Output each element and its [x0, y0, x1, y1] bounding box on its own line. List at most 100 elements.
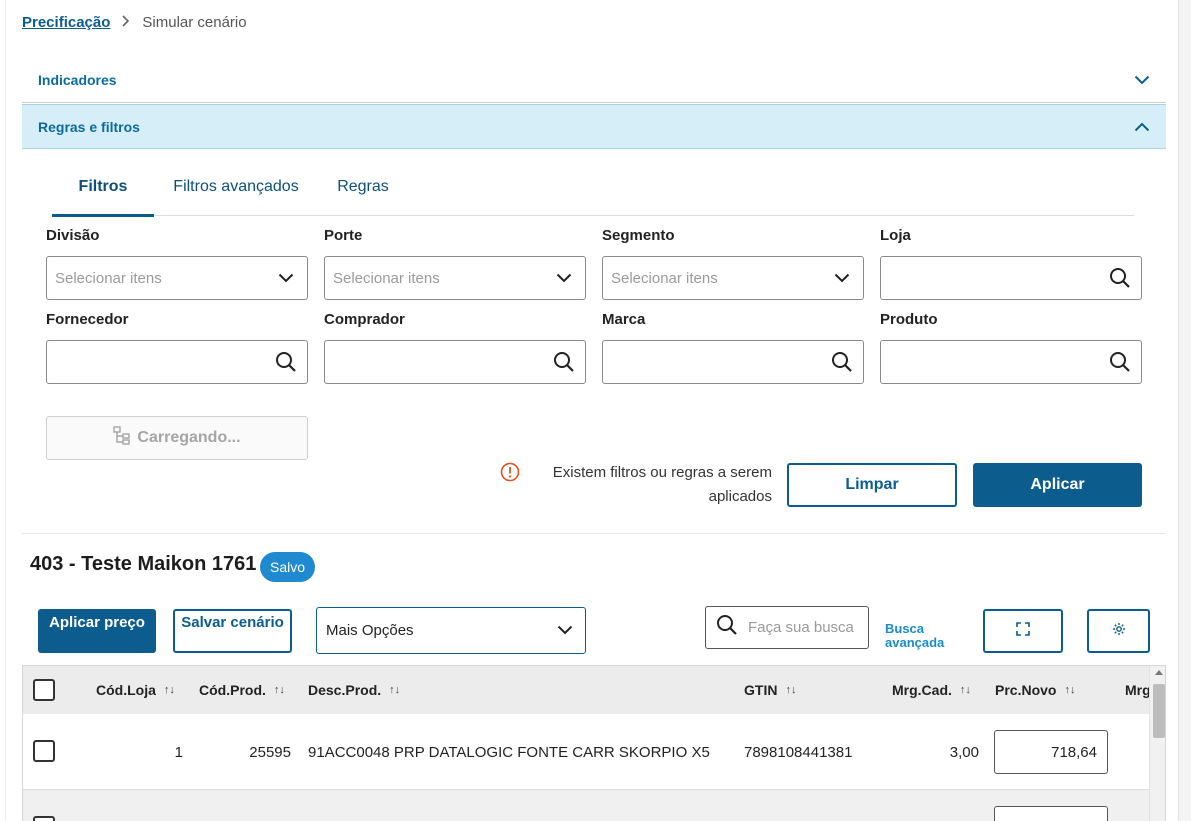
chevron-down-icon [275, 267, 297, 289]
col-cod-prod-label: Cód.Prod. [199, 682, 266, 698]
apply-price-button[interactable]: Aplicar preço [38, 609, 156, 653]
segmento-label: Segmento [602, 227, 675, 244]
table-scrollbar[interactable] [1149, 666, 1165, 821]
produto-label: Produto [880, 311, 938, 328]
warning-text: Existem filtros ou regras a serem aplica… [552, 464, 772, 505]
segmento-select[interactable]: Selecionar itens [602, 256, 864, 300]
comprador-search-input[interactable] [324, 340, 586, 384]
sort-icon[interactable]: ↑↓ [389, 684, 400, 696]
search-icon[interactable] [1109, 267, 1131, 289]
col-cod-prod[interactable]: Cód.Prod. ↑↓ [199, 666, 285, 714]
col-gtin-label: GTIN [744, 682, 778, 698]
chevron-down-icon [831, 267, 853, 289]
page-scrollbar[interactable] [1178, 0, 1191, 821]
produto-search-input[interactable] [880, 340, 1142, 384]
accordion-rules-filters-title: Regras e filtros [38, 118, 140, 135]
clear-button[interactable]: Limpar [787, 463, 957, 507]
save-scenario-button[interactable]: Salvar cenário [173, 609, 292, 653]
col-gtin[interactable]: GTIN ↑↓ [744, 666, 796, 714]
chevron-right-icon [122, 14, 130, 30]
search-placeholder: Faça sua busca [748, 619, 854, 636]
sort-icon[interactable]: ↑↓ [164, 684, 175, 696]
porte-select[interactable]: Selecionar itens [324, 256, 586, 300]
new-price-input[interactable] [994, 806, 1108, 821]
search-icon[interactable] [831, 351, 853, 373]
fornecedor-label: Fornecedor [46, 311, 129, 328]
cell-mrg-cad: 3,00 [949, 743, 979, 761]
tab-filtros-avancados[interactable]: Filtros avançados [154, 166, 318, 216]
chevron-down-icon [553, 267, 575, 289]
new-price-input[interactable]: 718,64 [994, 730, 1108, 774]
fornecedor-search-input[interactable] [46, 340, 308, 384]
accordion-indicators-title: Indicadores [38, 72, 117, 88]
more-options-value: Mais Opções [326, 622, 414, 639]
table-row[interactable] [23, 790, 1149, 821]
col-mrg-label: Mrg [1125, 682, 1151, 698]
expand-icon [1016, 621, 1030, 641]
alert-circle-icon [500, 462, 520, 482]
col-prc-novo-label: Prc.Novo [995, 682, 1057, 698]
products-table: Cód.Loja ↑↓ Cód.Prod. ↑↓ Desc.Prod. ↑↓ GTIN… [22, 665, 1166, 821]
sort-icon[interactable]: ↑↓ [274, 684, 285, 696]
status-badge: Salvo [260, 552, 316, 582]
breadcrumb-current: Simular cenário [142, 13, 247, 31]
chevron-up-icon[interactable] [1134, 119, 1150, 135]
left-edge [0, 0, 6, 821]
sort-icon[interactable]: ↑↓ [785, 684, 796, 696]
accordion-indicators[interactable]: Indicadores [22, 58, 1166, 103]
table-header: Cód.Loja ↑↓ Cód.Prod. ↑↓ Desc.Prod. ↑↓ GTIN… [23, 666, 1151, 714]
scroll-up-arrow[interactable] [1155, 670, 1163, 675]
pending-filters-warning: Existem filtros ou regras a serem aplica… [500, 461, 772, 509]
marca-search-input[interactable] [602, 340, 864, 384]
breadcrumb-root-link[interactable]: Precificação [22, 14, 110, 31]
col-mrg-cad[interactable]: Mrg.Cad. ↑↓ [892, 666, 971, 714]
col-prc-novo[interactable]: Prc.Novo ↑↓ [995, 666, 1075, 714]
sort-icon[interactable]: ↑↓ [1064, 684, 1075, 696]
advanced-search-link[interactable]: Busca avançada [885, 622, 955, 650]
divisao-select[interactable]: Selecionar itens [46, 256, 308, 300]
table-search-input[interactable]: Faça sua busca [705, 606, 869, 649]
col-desc-prod-label: Desc.Prod. [308, 682, 382, 698]
settings-button[interactable] [1087, 609, 1150, 653]
loading-tree-button[interactable]: Carregando... [46, 416, 308, 460]
col-mrg[interactable]: Mrg [1125, 666, 1151, 714]
divisao-label: Divisão [46, 227, 100, 244]
accordion-rules-filters[interactable]: Regras e filtros [22, 104, 1166, 149]
fullscreen-button[interactable] [983, 609, 1063, 653]
search-icon[interactable] [553, 351, 575, 373]
row-checkbox[interactable] [33, 816, 55, 821]
loja-search-input[interactable] [880, 256, 1142, 300]
tab-filtros[interactable]: Filtros [52, 166, 154, 217]
col-cod-loja[interactable]: Cód.Loja ↑↓ [96, 666, 175, 714]
cell-gtin: 7898108441381 [744, 743, 853, 761]
sort-icon[interactable]: ↑↓ [960, 684, 971, 696]
section-divider [22, 533, 1166, 534]
select-all-checkbox[interactable] [33, 679, 55, 701]
search-icon[interactable] [1109, 351, 1131, 373]
cell-cod-loja: 1 [174, 743, 183, 761]
tab-regras[interactable]: Regras [318, 166, 408, 216]
row-checkbox[interactable] [33, 740, 55, 762]
more-options-select[interactable]: Mais Opções [316, 607, 586, 654]
porte-label: Porte [324, 227, 363, 244]
chevron-down-icon[interactable] [1134, 72, 1150, 88]
comprador-label: Comprador [324, 311, 405, 328]
marca-label: Marca [602, 311, 646, 328]
scenario-title: 403 - Teste Maikon 1761 [30, 553, 257, 575]
col-desc-prod[interactable]: Desc.Prod. ↑↓ [308, 666, 400, 714]
search-icon [716, 614, 738, 641]
cell-cod-prod: 25595 [249, 743, 291, 761]
search-icon[interactable] [275, 351, 297, 373]
porte-placeholder: Selecionar itens [333, 269, 440, 287]
table-row[interactable]: 1 25595 91ACC0048 PRP DATALOGIC FONTE CA… [23, 714, 1149, 790]
col-mrg-cad-label: Mrg.Cad. [892, 682, 952, 698]
filter-tabs: Filtros Filtros avançados Regras [52, 166, 1134, 217]
tree-icon [113, 425, 131, 451]
cell-desc-prod: 91ACC0048 PRP DATALOGIC FONTE CARR SKORP… [308, 743, 710, 761]
apply-filters-button[interactable]: Aplicar [973, 463, 1142, 507]
divisao-placeholder: Selecionar itens [55, 269, 162, 287]
breadcrumb: Precificação Simular cenário [22, 12, 247, 32]
loja-label: Loja [880, 227, 911, 244]
scrollbar-thumb[interactable] [1153, 684, 1165, 738]
chevron-down-icon [557, 622, 573, 639]
